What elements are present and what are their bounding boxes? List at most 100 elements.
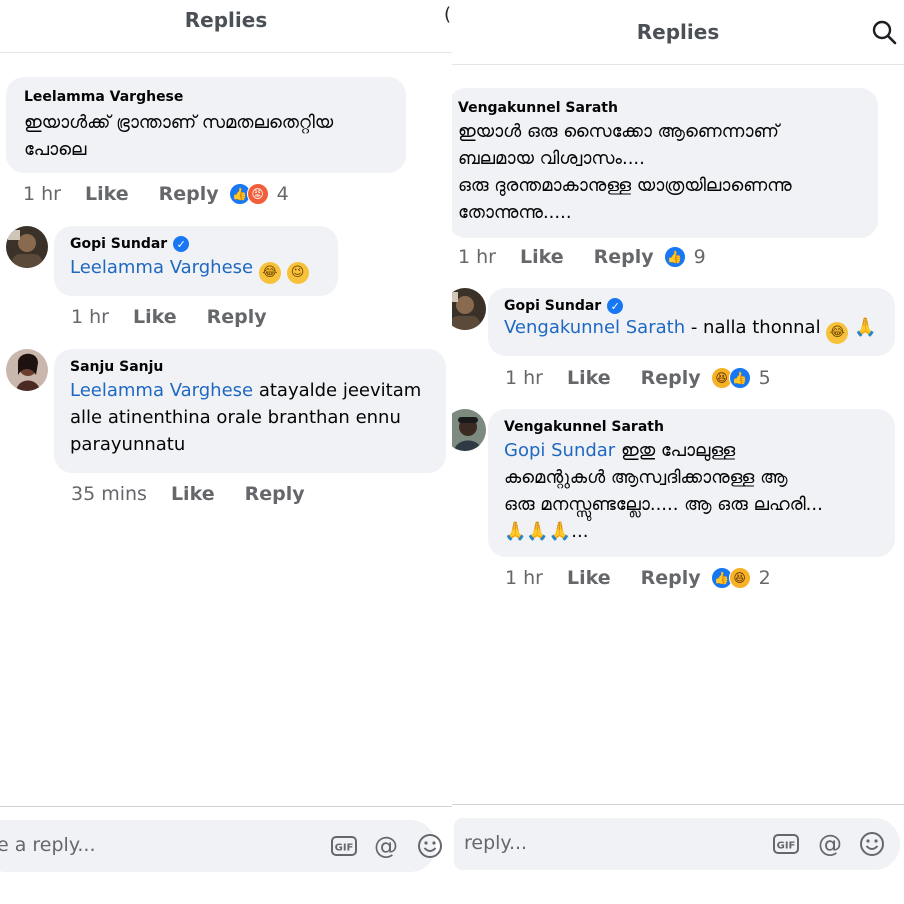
comment-text-line: ഒരു ദുരന്തമാകാനുള്ള യാത്രയിലാണെന്നു [458,175,792,196]
search-icon[interactable] [870,18,898,46]
reply-button[interactable]: Reply [594,246,654,268]
verified-badge-icon: ✓ [173,236,190,252]
mention-link[interactable]: Leelamma Varghese [70,257,253,278]
mention-link[interactable]: Gopi Sundar [504,440,615,461]
emoji-picker-icon[interactable] [416,832,444,860]
comment-bubble: Gopi Sundar ✓ Leelamma Varghese 😂 😉 [54,226,338,296]
comment-time[interactable]: 1 hr [23,183,61,205]
comment-text-line: 🙏🙏🙏... [504,518,879,545]
like-button[interactable]: Like [567,367,611,389]
reaction-summary[interactable]: 😆 👍 [710,367,751,389]
avatar[interactable] [452,288,486,330]
comment-text-line: പോലെ [24,139,87,160]
like-button[interactable]: Like [133,306,177,328]
page-title: Replies [184,8,268,32]
comment-text: Vengakunnel Sarath - nalla thonnal 😂 🙏 [504,314,879,344]
comment-actions: 1 hr Like Reply 👍 😡 4 [23,183,289,205]
comment-text-line: parayunnatu [70,434,186,455]
like-button[interactable]: Like [171,483,215,505]
left-replies-panel: Replies ( Leelamma Varghese ഇയാൾക്ക് ഭ്ര… [0,0,452,904]
reaction-summary[interactable]: 👍 [663,246,686,268]
mention-at-icon[interactable]: @ [816,830,844,858]
reply-button[interactable]: Reply [207,306,267,328]
footer-divider [0,806,452,807]
reply-button[interactable]: Reply [641,367,701,389]
reaction-count[interactable]: 4 [277,183,289,205]
comment-actions: 1 hr Like Reply [71,306,267,328]
avatar[interactable] [6,226,48,268]
reaction-count[interactable]: 2 [759,567,771,589]
author-name[interactable]: Gopi Sundar [504,298,601,314]
avatar[interactable] [452,409,486,451]
comment-bubble: Leelamma Varghese ഇയാൾക്ക് ഭ്രാന്താണ് സമ… [6,77,406,173]
reply-button[interactable]: Reply [245,483,305,505]
comment-actions: 1 hr Like Reply 😆 👍 5 [505,367,771,389]
svg-text:@: @ [374,832,398,860]
comment-text-fragment: - nalla thonnal [685,317,821,338]
comment-actions: 1 hr Like Reply 👍 9 [458,246,706,268]
reaction-count[interactable]: 5 [759,367,771,389]
folded-hands-emoji-icon: 🙏 [854,317,877,338]
header-divider [0,52,452,53]
comment-text: Leelamma Varghese 😂 😉 [70,254,322,284]
comment-author[interactable]: Vengakunnel Sarath [458,100,868,116]
mention-link[interactable]: Leelamma Varghese [70,380,253,401]
reaction-summary[interactable]: 👍 😡 [228,183,269,205]
reply-button[interactable]: Reply [159,183,219,205]
mention-at-icon[interactable]: @ [372,832,400,860]
comment-text-line: ഒരു മനസ്സുണ്ടല്ലോ..... ആ ഒരു ലഹരി... [504,494,823,515]
comment-time[interactable]: 1 hr [71,306,109,328]
reaction-summary[interactable]: 👍 😆 [710,567,751,589]
comment-text: Gopi Sundar ഇതു പോലുള്ള കമെന്റുകൾ ആസ്വദി… [504,437,879,545]
reply-input[interactable]: e a reply... GIF @ [0,820,442,872]
comment-text-line: Leelamma Varghese atayalde jeevitam [70,377,430,404]
laughing-emoji-icon: 😂 [826,321,849,344]
comment-text-line: തോന്നുന്നു..... [458,202,572,223]
comment-text-line: alle atinenthina orale branthan ennu [70,407,401,428]
reply-input[interactable]: reply... GIF @ [454,818,900,870]
mention-link[interactable]: Vengakunnel Sarath [504,317,685,338]
comment-actions: 1 hr Like Reply 👍 😆 2 [505,567,771,589]
comment-text-line: Gopi Sundar ഇതു പോലുള്ള [504,437,879,464]
emoji-picker-icon[interactable] [858,830,886,858]
reaction-count[interactable]: 9 [694,246,706,268]
reply-button[interactable]: Reply [641,567,701,589]
comment-author[interactable]: Vengakunnel Sarath [504,419,879,435]
comment-time[interactable]: 1 hr [505,367,543,389]
like-reaction-icon: 👍 [728,367,751,389]
folded-hands-emoji-icon: 🙏🙏🙏 [504,521,572,542]
comment-time[interactable]: 35 mins [71,483,147,505]
gif-icon[interactable]: GIF [772,830,800,858]
tears-of-joy-hug-emoji-icon: 😂 [258,261,281,284]
search-icon-partial[interactable]: ( [444,4,452,25]
comment-text-fragment: ഇതു പോലുള്ള [615,440,736,461]
like-button[interactable]: Like [567,567,611,589]
comment-text-line: ഇയാൾ ഒരു സൈക്കോ ആണെന്നാണ് [458,121,779,142]
comment-text-line: കമെന്റുകൾ ആസ്വദിക്കാനുള്ള ആ [504,467,788,488]
footer-divider [452,804,904,805]
reply-placeholder: reply... [464,832,528,854]
comment-text: ഇയാൾ ഒരു സൈക്കോ ആണെന്നാണ് ബലമായ വിശ്വാസം… [458,118,868,226]
comment-author[interactable]: Leelamma Varghese [24,89,388,105]
comment-author[interactable]: Sanju Sanju [70,359,430,375]
comment-bubble: Sanju Sanju Leelamma Varghese atayalde j… [54,349,446,473]
comment-bubble: Gopi Sundar ✓ Vengakunnel Sarath - nalla… [488,288,895,356]
comment-time[interactable]: 1 hr [505,567,543,589]
like-reaction-icon: 👍 [663,246,686,268]
like-button[interactable]: Like [520,246,564,268]
gif-icon[interactable]: GIF [330,832,358,860]
comment-actions: 35 mins Like Reply [71,483,305,505]
like-button[interactable]: Like [85,183,129,205]
comment-author[interactable]: Gopi Sundar ✓ [504,298,879,314]
comment-time[interactable]: 1 hr [458,246,496,268]
avatar[interactable] [6,349,48,391]
author-name[interactable]: Gopi Sundar [70,236,167,252]
svg-text:GIF: GIF [777,841,796,852]
verified-badge-icon: ✓ [607,298,624,314]
haha-reaction-icon: 😆 [728,567,751,589]
reply-placeholder: e a reply... [0,834,96,856]
svg-text:GIF: GIF [335,843,354,854]
comment-author[interactable]: Gopi Sundar ✓ [70,236,322,252]
svg-text:@: @ [818,830,842,858]
comment-text: ഇയാൾക്ക് ഭ്രാന്താണ് സമതലതെറ്റിയ പോലെ [24,109,388,163]
